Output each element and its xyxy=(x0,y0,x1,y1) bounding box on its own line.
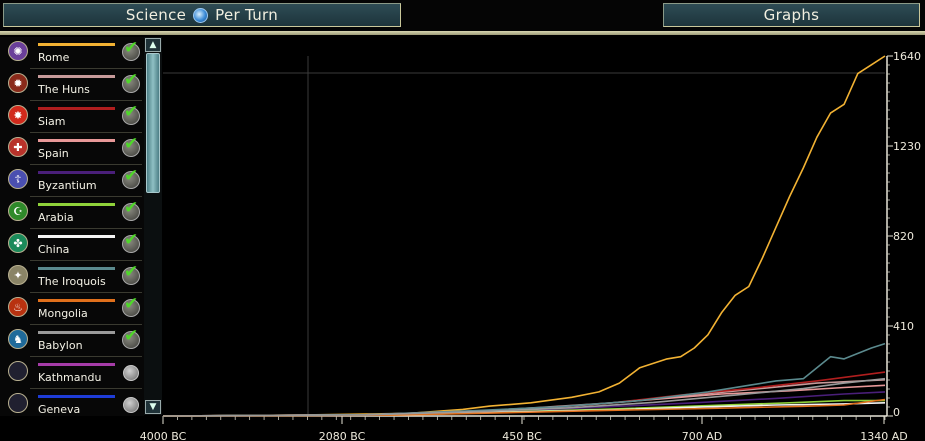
y-tick-label: 1640 xyxy=(893,50,921,63)
y-tick-label: 0 xyxy=(893,406,900,419)
x-tick-label: 450 BC xyxy=(502,430,542,441)
x-tick-label: 4000 BC xyxy=(140,430,187,441)
x-tick-label: 700 AD xyxy=(682,430,723,441)
science-chart: 0 410 820 1230 1640 4000 BC 2080 BC 450 BC 700 A… xyxy=(140,37,921,441)
y-tick-label: 410 xyxy=(893,320,914,333)
x-tick-label: 2080 BC xyxy=(319,430,366,441)
x-tick-label: 1340 AD xyxy=(860,430,908,441)
y-tick-label: 820 xyxy=(893,230,914,243)
y-tick-label: 1230 xyxy=(893,140,921,153)
